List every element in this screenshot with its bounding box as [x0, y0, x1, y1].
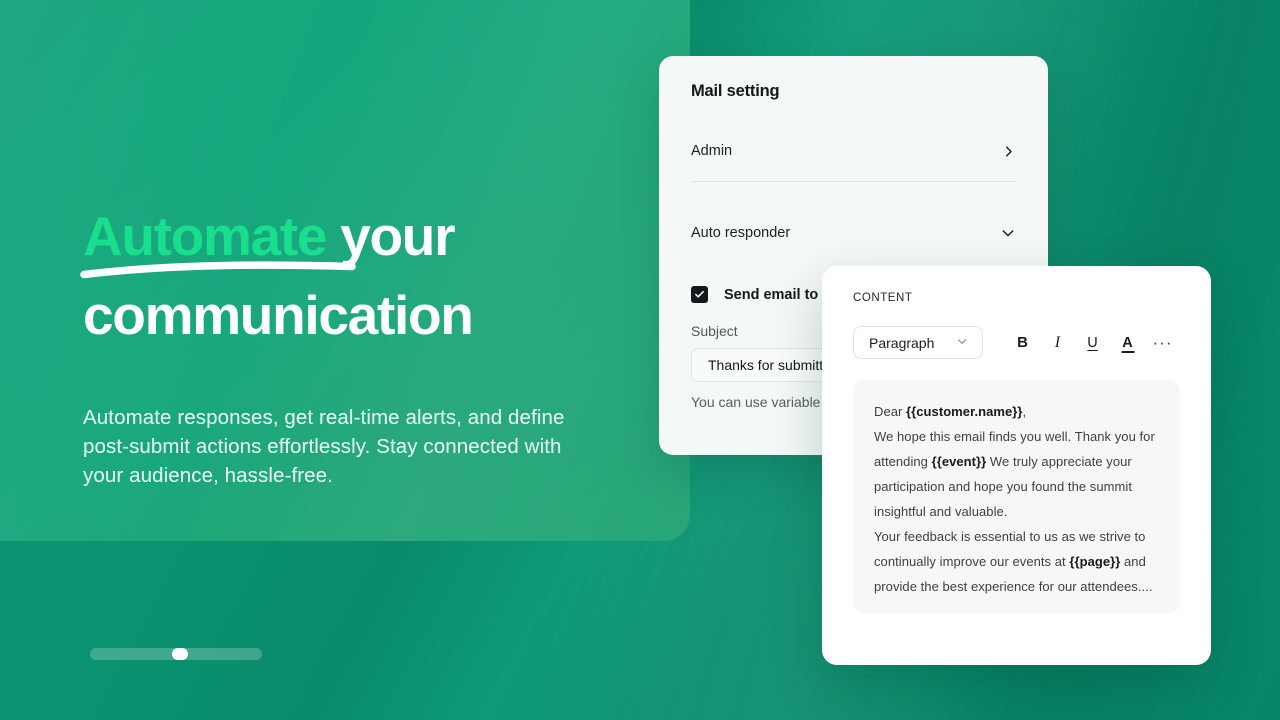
text-color-button[interactable]: A — [1110, 328, 1145, 358]
check-icon — [695, 290, 704, 298]
settings-row-admin[interactable]: Admin — [691, 136, 1016, 166]
send-email-checkbox[interactable] — [691, 286, 708, 303]
email-line-text: continually improve our events at — [874, 554, 1070, 569]
email-body-line: Dear {{customer.name}}, — [874, 399, 1159, 424]
chevron-right-icon — [1001, 144, 1016, 159]
email-line-text: Your feedback is essential to us as we s… — [874, 529, 1146, 544]
content-section-label: CONTENT — [853, 292, 913, 304]
underline-button[interactable]: U — [1075, 328, 1110, 358]
email-body-line: provide the best experience for our atte… — [874, 574, 1159, 599]
hero-subcopy: Automate responses, get real-time alerts… — [83, 406, 565, 487]
email-variable-token: {{event}} — [931, 454, 987, 469]
carousel-progress-track[interactable] — [90, 648, 262, 660]
email-line-text: , — [1022, 404, 1027, 419]
email-body-editor[interactable]: Dear {{customer.name}}, We hope this ema… — [853, 380, 1180, 613]
editor-toolbar: Paragraph B I U A ··· — [853, 326, 1180, 359]
chevron-down-icon — [1000, 225, 1016, 241]
email-body-line: insightful and valuable. — [874, 499, 1159, 524]
page-title: Automate your — [80, 198, 643, 279]
email-line-text: attending — [874, 454, 932, 469]
content-editor-card: CONTENT Paragraph B I U A ··· Dear {{cus… — [822, 266, 1211, 665]
paragraph-style-select[interactable]: Paragraph — [853, 326, 983, 359]
email-line-text: insightful and valuable. — [874, 504, 1008, 519]
paragraph-style-value: Paragraph — [869, 334, 935, 351]
chevron-down-icon — [955, 334, 969, 351]
settings-row-auto-responder[interactable]: Auto responder — [691, 218, 1016, 248]
carousel-progress-thumb[interactable] — [172, 648, 188, 660]
hero-stage: Automate your communication Automate res… — [0, 0, 1280, 720]
email-body-line: attending {{event}} We truly appreciate … — [874, 449, 1159, 474]
settings-row-admin-label: Admin — [691, 143, 733, 159]
email-line-text: and — [1120, 554, 1146, 569]
mail-setting-title: Mail setting — [691, 82, 780, 100]
email-body-line: Your feedback is essential to us as we s… — [874, 524, 1159, 549]
email-variable-token: {{page}} — [1069, 554, 1121, 569]
headline-accent-word: Automate — [83, 205, 328, 267]
email-body-line: participation and hope you found the sum… — [874, 474, 1159, 499]
email-line-text: We truly appreciate your — [986, 454, 1132, 469]
email-body-line: We hope this email finds you well. Thank… — [874, 424, 1159, 449]
italic-button[interactable]: I — [1040, 328, 1075, 358]
email-line-text: We hope this email finds you well. Thank… — [874, 429, 1155, 444]
hero-copy: Automate your communication Automate res… — [80, 198, 643, 490]
subject-input-value: Thanks for submitt — [708, 357, 824, 373]
email-body-line: continually improve our events at {{page… — [874, 549, 1159, 574]
page-title-line-2: communication — [83, 284, 474, 346]
headline-rest: your — [326, 205, 455, 267]
bold-button[interactable]: B — [1005, 328, 1040, 358]
email-variable-token: {{customer.name}} — [906, 404, 1023, 419]
email-line-text: participation and hope you found the sum… — [874, 479, 1132, 494]
email-line-text: Dear — [874, 404, 907, 419]
more-options-button[interactable]: ··· — [1145, 328, 1180, 358]
variables-hint-line-1: You can use variable — [691, 394, 821, 410]
settings-row-auto-responder-label: Auto responder — [691, 225, 791, 241]
settings-divider — [691, 181, 1016, 182]
email-line-text: provide the best experience for our atte… — [874, 579, 1153, 594]
